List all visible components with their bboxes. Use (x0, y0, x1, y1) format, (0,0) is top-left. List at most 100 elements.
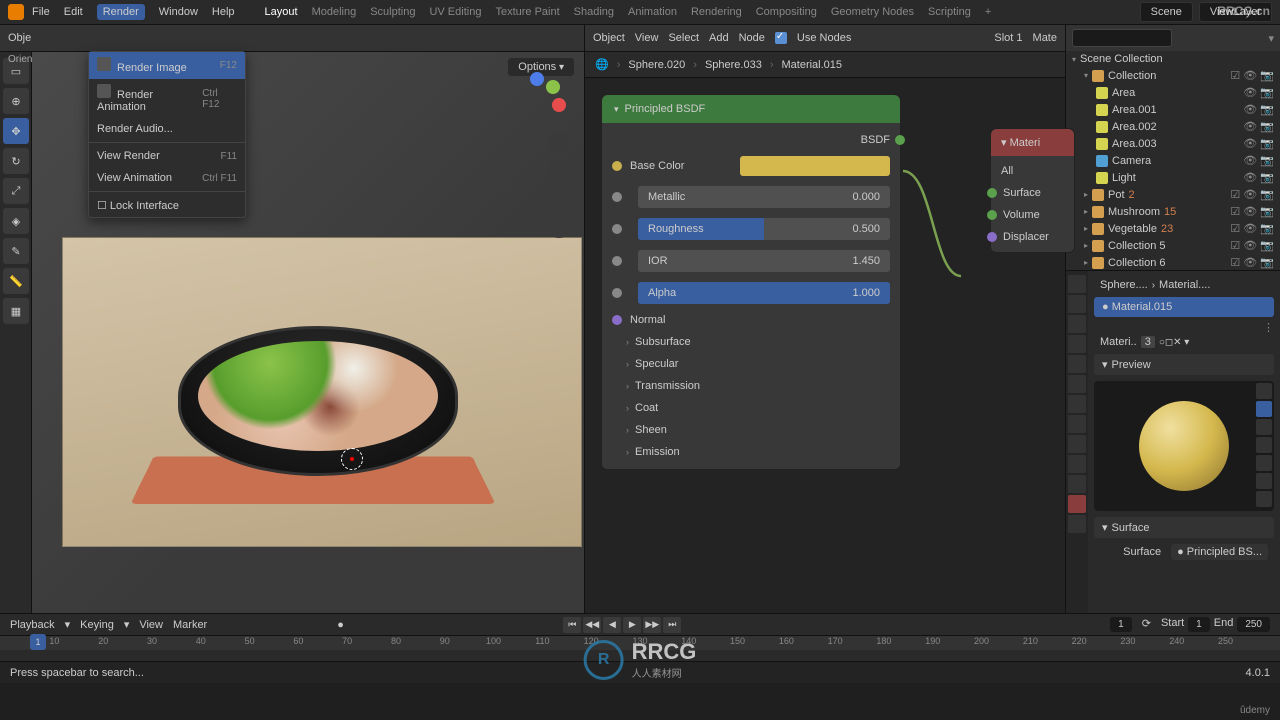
tab-add[interactable]: + (985, 6, 991, 18)
preview-cloth-icon[interactable] (1256, 473, 1272, 489)
tl-keying[interactable]: Keying (80, 619, 114, 631)
render-audio-item[interactable]: Render Audio... (89, 118, 245, 140)
grp-transmission[interactable]: ›Transmission (602, 375, 900, 397)
slot-select[interactable]: Slot 1 (994, 32, 1022, 44)
keyframe-next-icon[interactable]: ▶▶ (643, 617, 661, 633)
tl-playback[interactable]: Playback (10, 619, 55, 631)
material-row[interactable]: Materi.. 3 ○◻✕ ▾ (1094, 334, 1274, 350)
camera-icon[interactable] (548, 188, 570, 210)
tl-marker[interactable]: Marker (173, 619, 207, 631)
cursor-tool[interactable]: ⊕ (3, 88, 29, 114)
move-tool[interactable]: ✥ (3, 118, 29, 144)
tab-compositing[interactable]: Compositing (756, 6, 817, 18)
zoom-icon[interactable] (548, 132, 570, 154)
collapse-icon[interactable]: ▾ (614, 104, 619, 115)
outliner-filter-icon[interactable]: ▾ (1268, 32, 1274, 45)
scene-selector[interactable]: Scene (1140, 2, 1193, 22)
base-color-swatch[interactable] (740, 156, 890, 176)
bc-obj-b[interactable]: Sphere.033 (705, 59, 762, 71)
principled-bsdf-node[interactable]: ▾Principled BSDF BSDF Base Color Metalli… (601, 94, 901, 470)
play-rev-icon[interactable]: ◀ (603, 617, 621, 633)
view-animation-item[interactable]: View AnimationCtrl F11 (89, 167, 245, 189)
render-image-item[interactable]: Render ImageF12 (89, 52, 245, 79)
material-slot[interactable]: ● Material.015 (1094, 297, 1274, 317)
bsdf-output-socket[interactable] (895, 135, 905, 145)
ol-item[interactable]: Light👁 📷 (1066, 169, 1280, 186)
tab-sculpting[interactable]: Sculpting (370, 6, 415, 18)
app-logo[interactable] (8, 4, 24, 20)
tab-viewlayer[interactable] (1068, 315, 1086, 333)
mat-select[interactable]: Mate (1033, 32, 1057, 44)
metallic-socket[interactable] (612, 192, 622, 202)
gizmo-x-icon[interactable] (552, 98, 566, 112)
nt-node[interactable]: Node (739, 32, 765, 44)
preview-fluid-icon[interactable] (1256, 491, 1272, 507)
ol-col-pot[interactable]: ▸Pot 2☑ 👁 📷 (1066, 186, 1280, 203)
node-editor[interactable]: ▾Principled BSDF BSDF Base Color Metalli… (585, 78, 1065, 613)
tab-animation[interactable]: Animation (628, 6, 677, 18)
end-frame[interactable]: 250 (1237, 617, 1270, 632)
ol-col-mushroom[interactable]: ▸Mushroom 15☑ 👁 📷 (1066, 203, 1280, 220)
lock-interface-item[interactable]: ☐ Lock Interface (89, 194, 245, 217)
gizmo-z-icon[interactable] (530, 72, 544, 86)
tab-rendering[interactable]: Rendering (691, 6, 742, 18)
grp-emission[interactable]: ›Emission (602, 441, 900, 463)
jump-start-icon[interactable]: ⏮ (563, 617, 581, 633)
node-header[interactable]: ▾Principled BSDF (602, 95, 900, 123)
nav-gizmo[interactable] (514, 72, 566, 124)
tab-object[interactable] (1068, 375, 1086, 393)
ol-collection[interactable]: ▾Collection☑ 👁 📷 (1066, 67, 1280, 84)
tab-render-props[interactable] (1068, 275, 1086, 293)
nt-add[interactable]: Add (709, 32, 729, 44)
use-nodes-check[interactable] (775, 32, 787, 44)
ior-socket[interactable] (612, 256, 622, 266)
transform-tool[interactable]: ◈ (3, 208, 29, 234)
tab-uv[interactable]: UV Editing (429, 6, 481, 18)
tab-world[interactable] (1068, 355, 1086, 373)
grp-coat[interactable]: ›Coat (602, 397, 900, 419)
volume-socket[interactable] (987, 210, 997, 220)
mode-select[interactable]: Obje (8, 32, 31, 44)
props-breadcrumb[interactable]: Sphere.... › Material.... (1094, 277, 1274, 293)
material-output-node[interactable]: ▾ Materi All Surface Volume Displacer (990, 128, 1075, 253)
current-frame[interactable]: 1 (1110, 617, 1132, 632)
playhead[interactable]: 1 (30, 634, 46, 650)
ol-col-5[interactable]: ▸Collection 5☑ 👁 📷 (1066, 237, 1280, 254)
annotate-tool[interactable]: ✎ (3, 238, 29, 264)
ol-col-6[interactable]: ▸Collection 6☑ 👁 📷 (1066, 254, 1280, 270)
preview-flat-icon[interactable] (1256, 383, 1272, 399)
outliner-search[interactable] (1072, 29, 1172, 47)
keyframe-prev-icon[interactable]: ◀◀ (583, 617, 601, 633)
grp-sheen[interactable]: ›Sheen (602, 419, 900, 441)
tab-modeling[interactable]: Modeling (312, 6, 357, 18)
menu-window[interactable]: Window (159, 6, 198, 18)
grp-specular[interactable]: ›Specular (602, 353, 900, 375)
mat-node-header[interactable]: ▾ Materi (991, 129, 1074, 156)
normal-socket[interactable] (612, 315, 622, 325)
rotate-tool[interactable]: ↻ (3, 148, 29, 174)
nt-select[interactable]: Select (668, 32, 699, 44)
scale-tool[interactable]: ⤢ (3, 178, 29, 204)
ior-slider[interactable]: IOR1.450 (638, 250, 890, 272)
bc-obj-a[interactable]: Sphere.020 (628, 59, 685, 71)
preview-header[interactable]: ▾ Preview (1094, 354, 1274, 375)
render-animation-item[interactable]: Render AnimationCtrl F12 (89, 79, 245, 118)
ol-col-vegetable[interactable]: ▸Vegetable 23☑ 👁 📷 (1066, 220, 1280, 237)
preview-sphere-icon[interactable] (1256, 401, 1272, 417)
displace-socket[interactable] (987, 232, 997, 242)
ol-item[interactable]: Area.002👁 📷 (1066, 118, 1280, 135)
menu-help[interactable]: Help (212, 6, 235, 18)
jump-end-icon[interactable]: ⏭ (663, 617, 681, 633)
tab-layout[interactable]: Layout (265, 6, 298, 18)
tab-constraints[interactable] (1068, 455, 1086, 473)
node-mode[interactable]: Object (593, 32, 625, 44)
tab-shading[interactable]: Shading (574, 6, 614, 18)
tab-texture[interactable] (1068, 515, 1086, 533)
surface-prop[interactable]: Surface● Principled BS... (1094, 542, 1274, 562)
tab-output[interactable] (1068, 295, 1086, 313)
mat-all[interactable]: All (991, 160, 1074, 182)
surface-socket[interactable] (987, 188, 997, 198)
tl-view[interactable]: View (139, 619, 163, 631)
tab-modifiers[interactable] (1068, 395, 1086, 413)
ol-scene-collection[interactable]: ▾Scene Collection (1066, 51, 1280, 67)
